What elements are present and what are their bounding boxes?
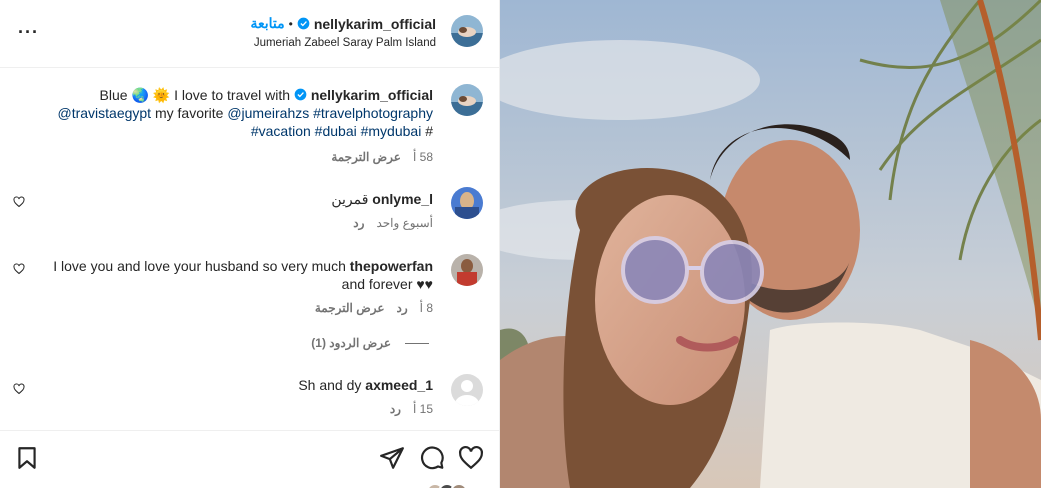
liker-avatar (450, 483, 468, 488)
like-comment-heart-icon[interactable] (13, 383, 25, 395)
comment-username[interactable]: axmeed_1 (365, 377, 433, 393)
reply-button[interactable]: رد (353, 216, 364, 230)
comment-meta: 8 أ رد عرض الترجمة (315, 301, 433, 315)
comment-body: I love you and love your husband so very… (53, 258, 346, 274)
comment-time[interactable]: أسبوع واحد (376, 216, 433, 230)
hashtag-mydubai[interactable]: #mydubai (361, 123, 422, 139)
reply-button[interactable]: رد (397, 301, 408, 315)
hashtag-vacation[interactable]: #vacation (251, 123, 311, 139)
comment-line-2: and forever ♥♥ (341, 276, 433, 292)
comment-time[interactable]: 8 أ (420, 301, 433, 315)
bookmark-icon[interactable] (14, 445, 40, 471)
sun-emoji: 🌞 (152, 87, 171, 103)
view-replies-button[interactable]: عرض الردود (1) (311, 336, 429, 350)
post-photo[interactable] (500, 0, 1041, 488)
hashtag-travelphotography[interactable]: #travelphotography (313, 105, 433, 121)
mention-jumeirahzs[interactable]: @jumeirahzs (227, 105, 309, 121)
hashtag-symbol: # (425, 123, 433, 139)
comment-text: I love you and love your husband so very… (53, 257, 433, 293)
replies-divider-line (405, 342, 429, 344)
caption-text: Blue 🌏 🌞 I love to travel with nellykari… (53, 86, 433, 140)
comment-avatar[interactable] (451, 187, 483, 219)
caption-text-mid: I love to travel with (174, 87, 291, 103)
caption-text-fav: my favorite (154, 105, 224, 121)
header-user-row: متابعة • nellykarim_official (250, 15, 436, 32)
post-action-bar (0, 430, 500, 488)
comment-avatar[interactable] (451, 254, 483, 286)
view-replies-label: عرض الردود (1) (311, 336, 391, 350)
comment-icon[interactable] (419, 445, 445, 471)
reply-button[interactable]: رد (390, 402, 401, 416)
header-avatar[interactable] (451, 15, 483, 47)
globe-emoji: 🌏 (131, 87, 149, 103)
liked-by-avatars[interactable] (426, 483, 468, 488)
caption-time[interactable]: 58 أ (413, 150, 433, 164)
header-username[interactable]: nellykarim_official (314, 16, 436, 32)
comment-meta: أسبوع واحد رد (353, 216, 433, 230)
caption-line-1: Blue 🌏 🌞 I love to travel with nellykari… (53, 86, 433, 104)
mention-travistaegypt[interactable]: @travistaegypt (57, 105, 151, 121)
comment-text: قمرين onlyme_l (331, 190, 433, 208)
separator-dot: • (288, 16, 293, 31)
post-details-panel: ··· متابعة • nellykarim_official Jumeria… (0, 0, 500, 488)
caption-meta: 58 أ عرض الترجمة (331, 150, 433, 164)
comment-time[interactable]: 15 أ (413, 402, 433, 416)
caption-username[interactable]: nellykarim_official (311, 87, 433, 103)
more-options-icon[interactable]: ··· (18, 22, 38, 42)
comment-avatar-default[interactable] (451, 374, 483, 406)
like-comment-heart-icon[interactable] (13, 196, 25, 208)
verified-badge-icon (297, 17, 310, 30)
verified-badge-icon (294, 88, 307, 101)
caption-line-3: #vacation #dubai #mydubai # (53, 122, 433, 140)
follow-button[interactable]: متابعة (250, 15, 284, 32)
post-image (500, 0, 1041, 488)
like-heart-icon[interactable] (458, 445, 484, 471)
comment-username[interactable]: thepowerfan (350, 258, 433, 274)
comment-meta: 15 أ رد (390, 402, 433, 416)
comment-text: Sh and dy axmeed_1 (298, 376, 433, 394)
like-comment-heart-icon[interactable] (13, 263, 25, 275)
caption-translate-button[interactable]: عرض الترجمة (331, 150, 401, 164)
post-header: ··· متابعة • nellykarim_official Jumeria… (0, 0, 500, 68)
comment-translate-button[interactable]: عرض الترجمة (315, 301, 385, 315)
hashtag-dubai[interactable]: #dubai (315, 123, 357, 139)
comment-body: Sh and dy (298, 377, 362, 393)
caption-line-2: @travistaegypt my favorite @jumeirahzs #… (53, 104, 433, 122)
comment-line-1: I love you and love your husband so very… (53, 257, 433, 275)
location-link[interactable]: Jumeriah Zabeel Saray Palm Island (254, 37, 436, 49)
comment-body: قمرين (331, 191, 369, 207)
share-icon[interactable] (379, 445, 405, 471)
caption-avatar[interactable] (451, 84, 483, 116)
comment-username[interactable]: onlyme_l (372, 191, 433, 207)
caption-text-start: Blue (99, 87, 128, 103)
